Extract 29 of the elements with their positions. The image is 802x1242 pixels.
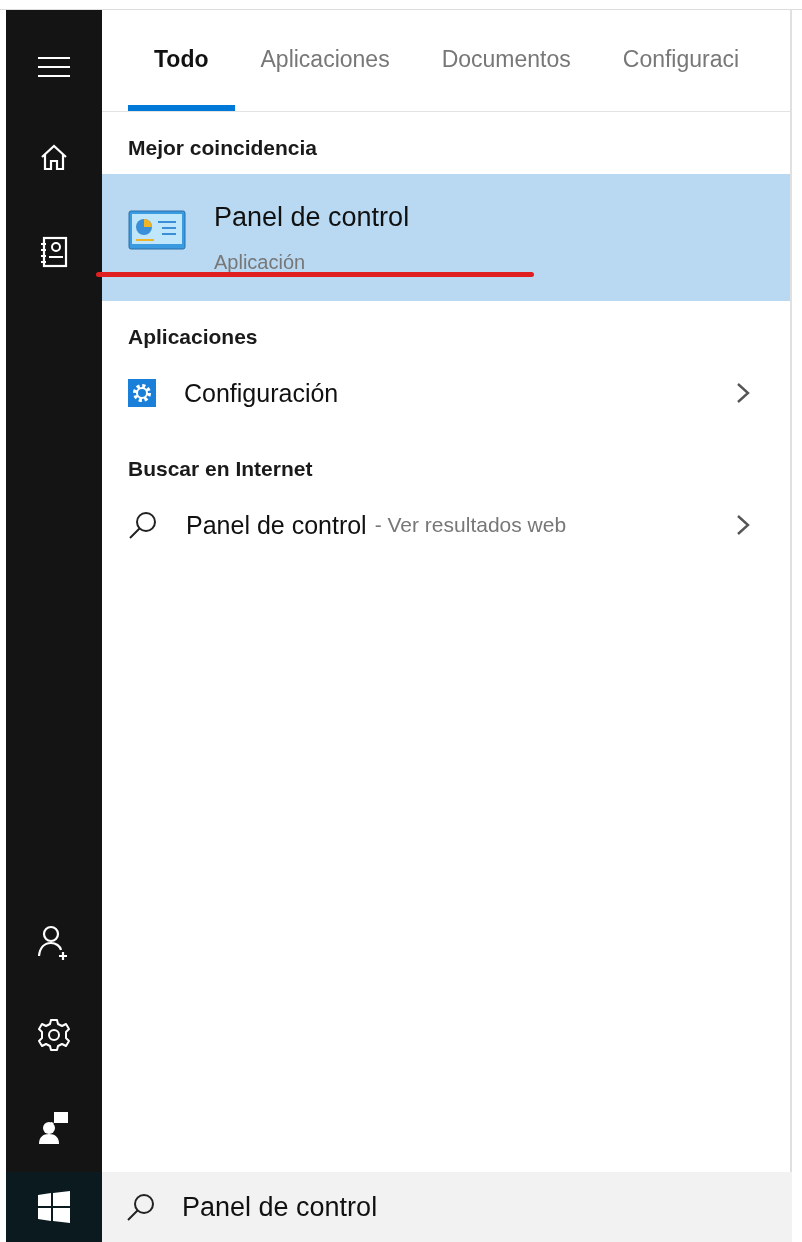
menu-icon[interactable]: [38, 56, 70, 78]
tab[interactable]: Aplicaciones: [234, 10, 416, 111]
control-panel-icon: [128, 210, 186, 250]
feedback-icon[interactable]: [38, 1110, 70, 1144]
chevron-right-icon[interactable]: [736, 514, 750, 536]
search-icon: [126, 1192, 156, 1222]
item-hint: - Ver resultados web: [374, 513, 567, 537]
home-icon[interactable]: [39, 142, 69, 172]
result-item[interactable]: Panel de control - Ver resultados web: [102, 495, 790, 565]
tab[interactable]: Documentos: [415, 10, 597, 111]
search-field[interactable]: Panel de control: [102, 1172, 792, 1242]
item-title: Panel de control: [214, 202, 410, 233]
section-heading: Buscar en Internet: [127, 456, 314, 482]
gear-icon: [128, 379, 156, 407]
item-label: Panel de control: [186, 510, 367, 540]
item-subtitle: Aplicación: [214, 251, 307, 274]
tab[interactable]: Todo: [128, 10, 235, 111]
chevron-right-icon[interactable]: [736, 382, 750, 404]
notebook-icon[interactable]: [40, 236, 68, 268]
result-item[interactable]: Configuración: [102, 363, 790, 433]
section-heading: Aplicaciones: [127, 324, 259, 350]
start-button[interactable]: [6, 1172, 102, 1242]
windows-icon: [38, 1191, 70, 1223]
search-icon: [128, 510, 158, 540]
section-heading: Mejor coincidencia: [127, 135, 319, 161]
item-label: Configuración: [184, 378, 339, 408]
best-match-item[interactable]: Panel de control Aplicación: [102, 174, 790, 301]
tab[interactable]: Configuraci: [596, 10, 766, 111]
settings-icon[interactable]: [37, 1018, 71, 1052]
